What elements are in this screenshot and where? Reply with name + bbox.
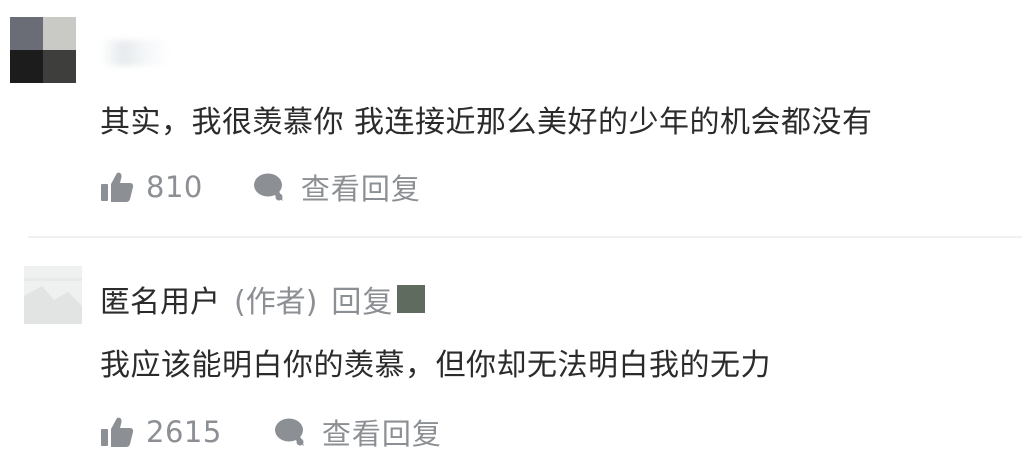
emoji-icon	[397, 285, 426, 313]
comment-actions: 2615 查看回复	[100, 411, 442, 451]
speech-bubble-icon	[272, 416, 308, 448]
avatar-mosaic-cell	[10, 50, 43, 83]
author-name[interactable]: 匿名用户	[100, 277, 220, 321]
comment-header: 匿名用户 (作者) 回复	[100, 277, 426, 321]
default-avatar-icon	[24, 266, 82, 324]
blurred-username	[100, 40, 170, 66]
thumbs-up-icon[interactable]	[100, 171, 134, 203]
view-replies-label: 查看回复	[300, 172, 421, 206]
avatar-mosaic-cell	[43, 17, 76, 50]
divider	[28, 236, 1022, 238]
like-count: 810	[146, 170, 203, 204]
view-replies-label: 查看回复	[321, 417, 442, 451]
view-replies-button[interactable]: 查看回复	[251, 166, 421, 208]
comment-text: 我应该能明白你的羡慕，但你却无法明白我的无力	[100, 348, 771, 383]
author-tag: (作者)	[234, 285, 318, 320]
avatar-mosaic-cell	[10, 17, 43, 50]
comment-actions: 810 查看回复	[100, 166, 421, 208]
avatar[interactable]	[24, 266, 82, 324]
reply-button[interactable]: 回复	[331, 277, 393, 321]
avatar[interactable]	[10, 17, 76, 83]
avatar-mosaic-cell	[43, 50, 76, 83]
thumbs-up-icon[interactable]	[100, 416, 134, 448]
view-replies-button[interactable]: 查看回复	[272, 411, 442, 451]
comment-list: 其实，我很羡慕你 我连接近那么美好的少年的机会都没有 810 查看回复 匿名用户…	[0, 0, 1022, 451]
speech-bubble-icon	[251, 171, 287, 203]
comment-text: 其实，我很羡慕你 我连接近那么美好的少年的机会都没有	[100, 105, 873, 140]
like-count: 2615	[146, 415, 222, 449]
